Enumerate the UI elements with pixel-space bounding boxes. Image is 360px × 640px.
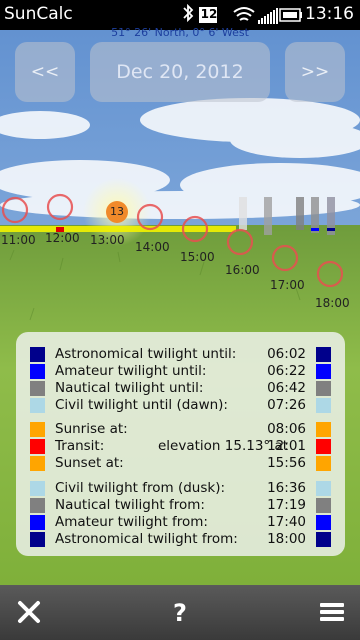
color-swatch: [316, 481, 331, 496]
color-swatch: [316, 422, 331, 437]
row-time: 06:02: [267, 346, 306, 362]
color-swatch: [30, 498, 45, 513]
dusk-row: Nautical twilight from: 17:19: [30, 497, 332, 514]
color-swatch: [316, 381, 331, 396]
twilight-row: Amateur twilight until: 06:22: [30, 363, 332, 380]
color-swatch: [316, 498, 331, 513]
dusk-row: Astronomical twilight from: 18:00: [30, 531, 332, 548]
row-time: 17:19: [267, 497, 306, 513]
row-time: 15:56: [267, 455, 306, 471]
color-swatch: [316, 439, 331, 454]
row-label: Transit:: [55, 438, 105, 454]
notification-count: 12: [200, 7, 218, 21]
row-time: 06:22: [267, 363, 306, 379]
menu-icon[interactable]: [317, 597, 347, 627]
hour-label-12: 12:00: [45, 231, 80, 245]
hour-label-11: 11:00: [1, 233, 36, 247]
color-swatch: [30, 381, 45, 396]
battery-icon: [279, 8, 302, 22]
hour-label-16: 16:00: [225, 263, 260, 277]
dusk-row: Amateur twilight from: 17:40: [30, 514, 332, 531]
app-name: SunCalc: [4, 4, 73, 24]
row-label: Civil twilight until (dawn):: [55, 397, 228, 413]
color-swatch: [30, 364, 45, 379]
color-swatch: [316, 456, 331, 471]
hour-label-17: 17:00: [270, 278, 305, 292]
signal-icon: [258, 8, 278, 24]
clock: 13:16: [305, 4, 354, 24]
color-swatch: [30, 398, 45, 413]
row-label: Sunset at:: [55, 455, 124, 471]
row-label: Sunrise at:: [55, 421, 128, 437]
dusk-row: Civil twilight from (dusk): 16:36: [30, 480, 332, 497]
row-label: Astronomical twilight until:: [55, 346, 237, 362]
hour-label-15: 15:00: [180, 250, 215, 264]
color-swatch: [30, 515, 45, 530]
svg-text:?: ?: [173, 599, 187, 627]
row-time: 17:40: [267, 514, 306, 530]
sun-row: Transit: elevation 15.13° at 12:01: [30, 438, 332, 455]
row-label: Amateur twilight from:: [55, 514, 208, 530]
hour-label-13: 13:00: [90, 233, 125, 247]
sun-row: Sunrise at: 08:06: [30, 421, 332, 438]
row-label: Astronomical twilight from:: [55, 531, 238, 547]
hour-label-14: 14:00: [135, 240, 170, 254]
hour-label-18: 18:00: [315, 296, 350, 310]
bottom-toolbar: ?: [0, 585, 360, 640]
color-swatch: [30, 439, 45, 454]
wifi-icon: [233, 7, 255, 21]
color-swatch: [316, 515, 331, 530]
color-swatch: [30, 422, 45, 437]
twilight-row: Civil twilight until (dawn): 07:26: [30, 397, 332, 414]
date-button[interactable]: Dec 20, 2012: [90, 42, 270, 102]
twilight-row: Nautical twilight until: 06:42: [30, 380, 332, 397]
row-time: 18:00: [267, 531, 306, 547]
sun-marker-label: 13: [110, 205, 124, 218]
row-label: Civil twilight from (dusk):: [55, 480, 226, 496]
row-time: 07:26: [267, 397, 306, 413]
next-day-button[interactable]: >>: [285, 42, 345, 102]
close-icon[interactable]: [14, 597, 44, 627]
row-label: Nautical twilight until:: [55, 380, 204, 396]
color-swatch: [316, 532, 331, 547]
color-swatch: [30, 456, 45, 471]
sun-row: Sunset at: 15:56: [30, 455, 332, 472]
row-label: Amateur twilight until:: [55, 363, 207, 379]
sun-times-panel: Astronomical twilight until: 06:02 Amate…: [16, 332, 345, 556]
color-swatch: [30, 347, 45, 362]
color-swatch: [316, 347, 331, 362]
help-icon[interactable]: ?: [165, 597, 195, 627]
color-swatch: [30, 481, 45, 496]
bluetooth-icon: [183, 4, 194, 23]
row-label: Nautical twilight from:: [55, 497, 205, 513]
color-swatch: [316, 398, 331, 413]
row-time: 08:06: [267, 421, 306, 437]
twilight-row: Astronomical twilight until: 06:02: [30, 346, 332, 363]
color-swatch: [30, 532, 45, 547]
row-time: 06:42: [267, 380, 306, 396]
location-text: 51° 26' North, 0° 6' West: [111, 26, 249, 39]
row-time: 16:36: [267, 480, 306, 496]
previous-day-button[interactable]: <<: [15, 42, 75, 102]
color-swatch: [316, 364, 331, 379]
row-time: 12:01: [267, 438, 306, 454]
